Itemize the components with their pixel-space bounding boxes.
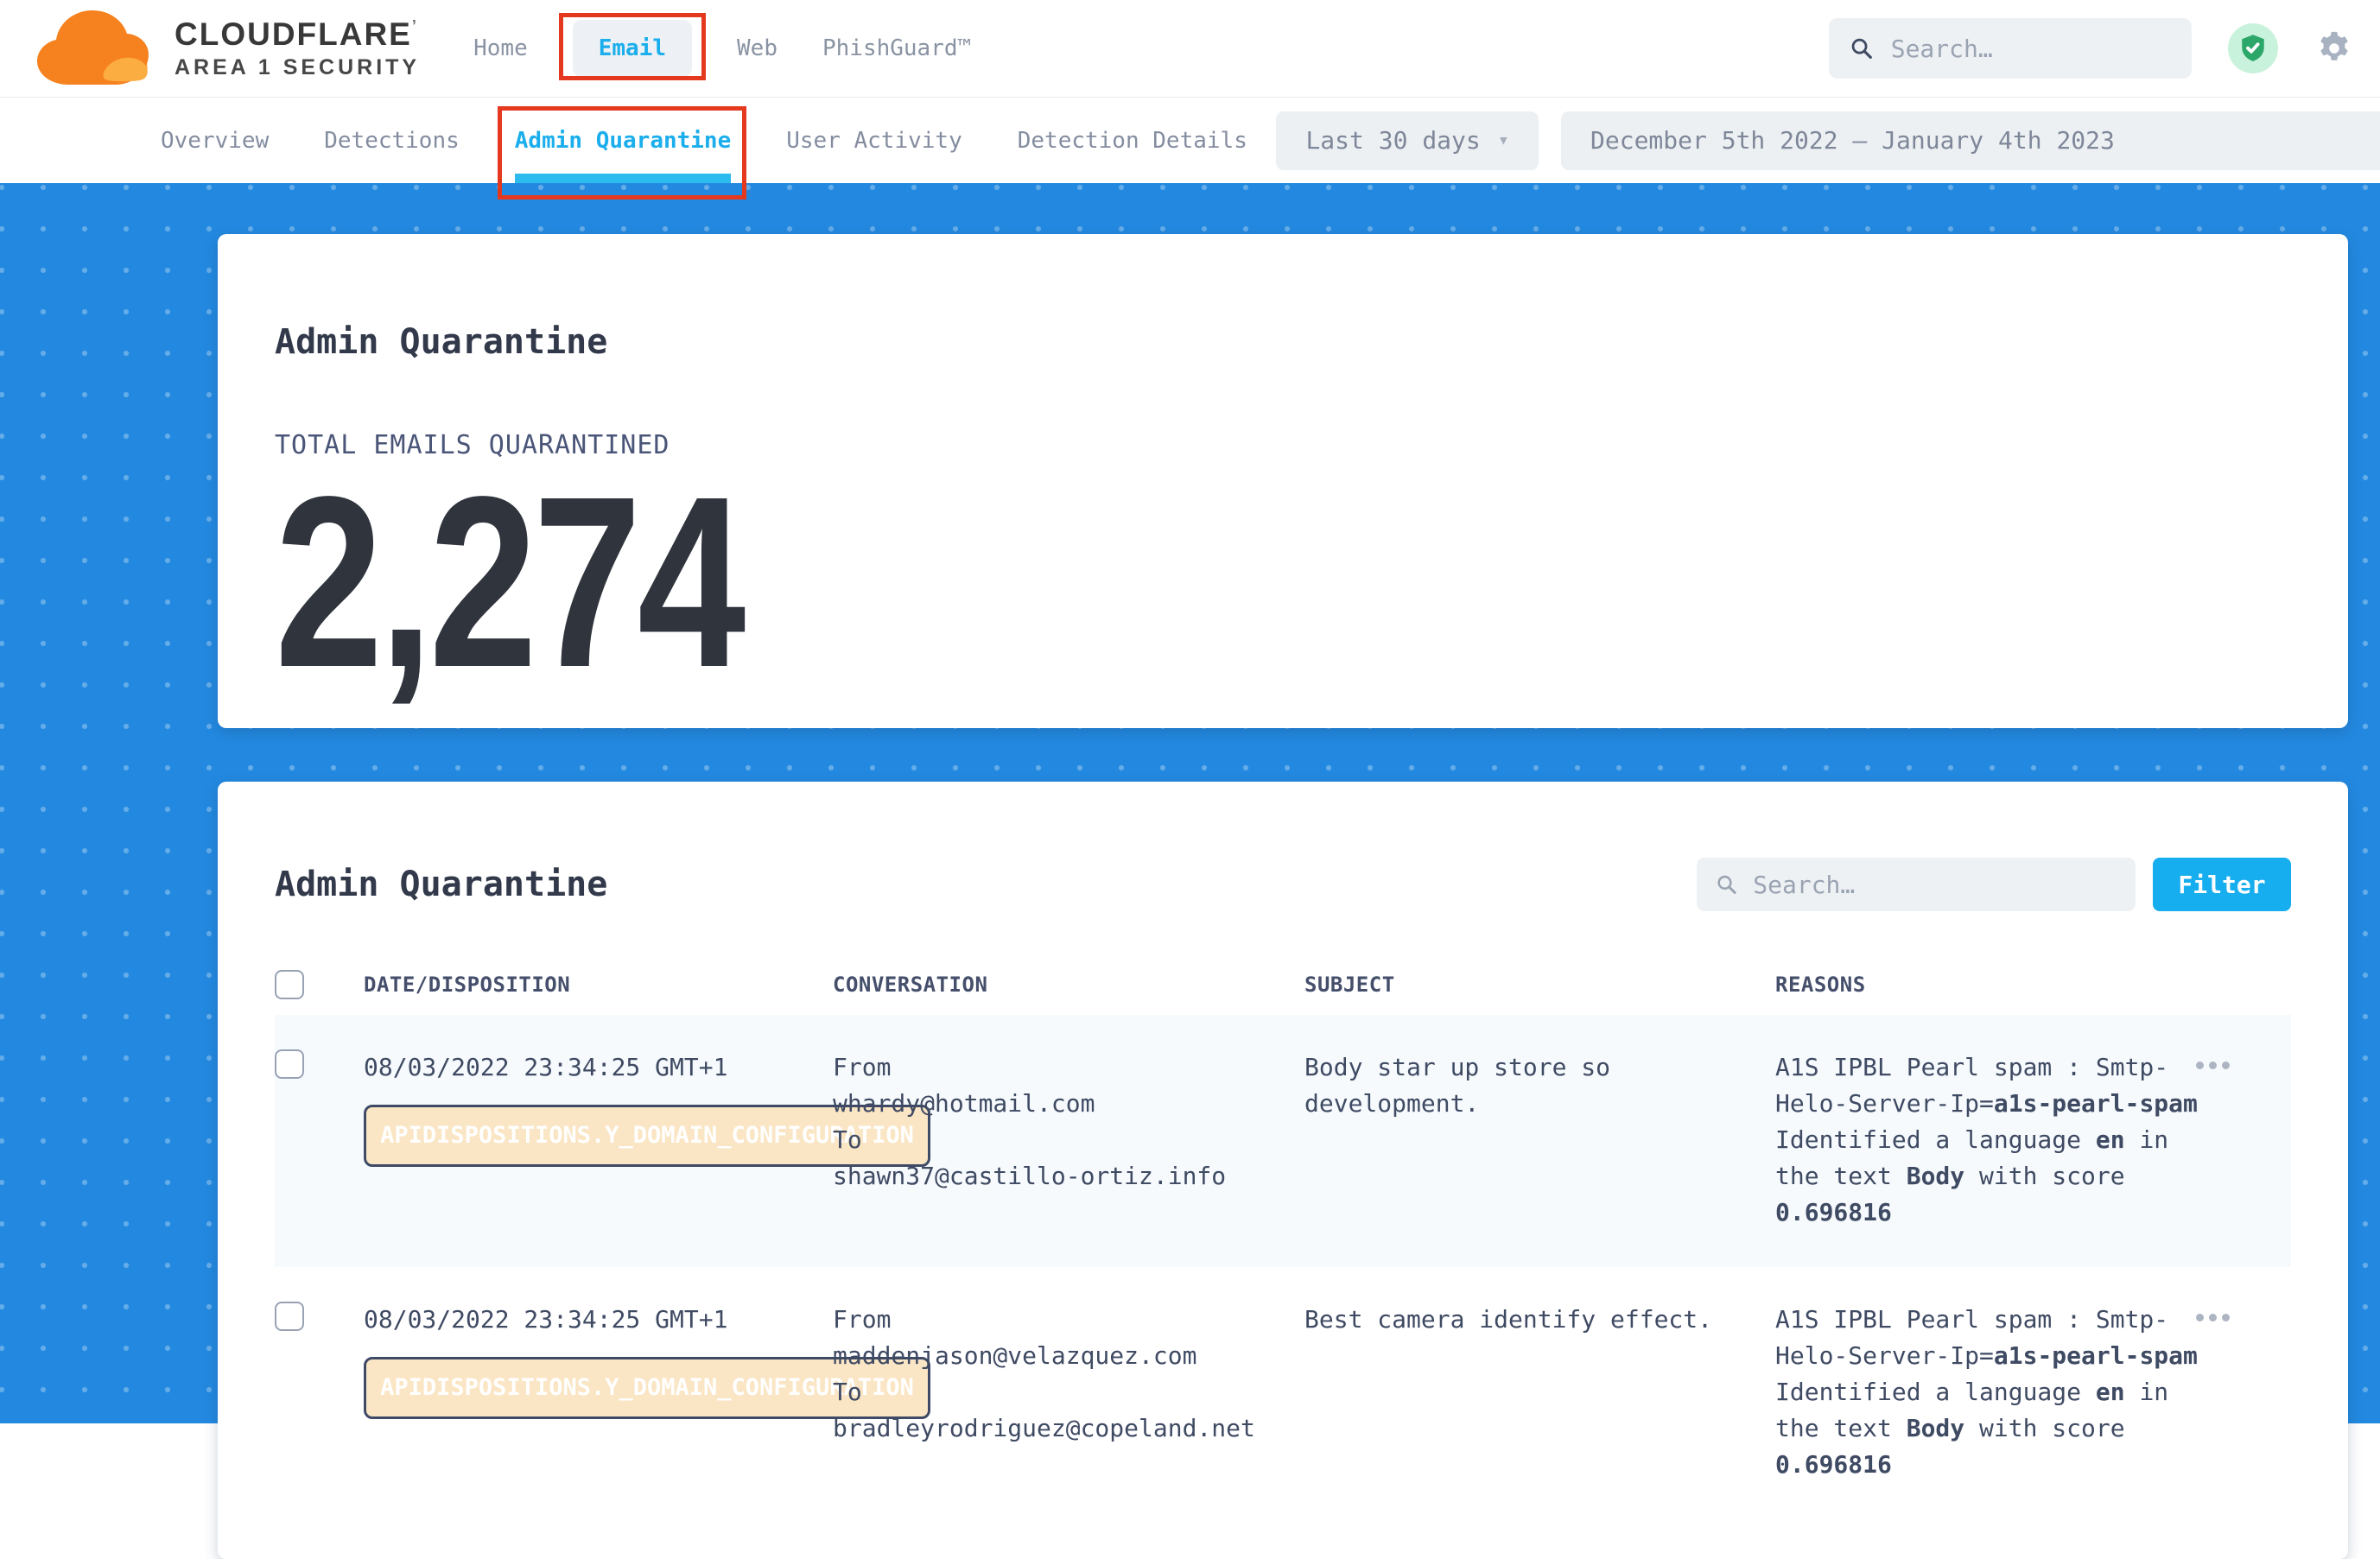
row-date: 08/03/2022 23:34:25 GMT+1 (364, 1302, 833, 1338)
top-header: CLOUDFLARE’ AREA 1 SECURITY Home Email W… (0, 0, 2380, 98)
to-email: shawn37@castillo-ortiz.info (833, 1158, 1304, 1195)
summary-card: Admin Quarantine TOTAL EMAILS QUARANTINE… (218, 234, 2348, 728)
table-row[interactable]: 08/03/2022 23:34:25 GMT+1 APIDISPOSITION… (275, 1015, 2291, 1267)
table-search[interactable] (1697, 858, 2136, 911)
row-checkbox[interactable] (275, 1302, 304, 1331)
trademark-mark: ’ (412, 17, 418, 35)
content-area: Admin Quarantine TOTAL EMAILS QUARANTINE… (0, 182, 2380, 1423)
row-date: 08/03/2022 23:34:25 GMT+1 (364, 1049, 833, 1086)
chevron-down-icon: ▾ (1498, 130, 1509, 151)
date-preset-dropdown[interactable]: Last 30 days ▾ (1276, 111, 1539, 170)
quarantine-table: DATE/DISPOSITION CONVERSATION SUBJECT RE… (275, 954, 2291, 1519)
row-conversation: From whardy@hotmail.com To shawn37@casti… (833, 1049, 1304, 1195)
email-sub-nav: Overview Detections Admin Quarantine Use… (0, 98, 2380, 183)
from-email: maddenjason@velazquez.com (833, 1338, 1304, 1374)
table-row[interactable]: 08/03/2022 23:34:25 GMT+1 APIDISPOSITION… (275, 1267, 2291, 1519)
filter-button[interactable]: Filter (2153, 858, 2291, 911)
page: CLOUDFLARE’ AREA 1 SECURITY Home Email W… (0, 0, 2380, 1423)
main-nav: Home Email Web PhishGuard™ (473, 35, 971, 61)
date-range-picker[interactable]: December 5th 2022 — January 4th 2023 (1561, 111, 2380, 170)
brand-title: CLOUDFLARE’ (175, 18, 420, 50)
search-icon (1850, 35, 1874, 62)
nav-phishguard[interactable]: PhishGuard™ (822, 35, 971, 61)
protection-status-badge[interactable] (2228, 23, 2278, 73)
nav-web[interactable]: Web (737, 35, 777, 61)
row-reasons: A1S IPBL Pearl spam : Smtp-Helo-Server-I… (1775, 1302, 2196, 1483)
search-icon (1716, 872, 1737, 897)
tab-overview[interactable]: Overview (161, 98, 269, 183)
table-header-row: DATE/DISPOSITION CONVERSATION SUBJECT RE… (275, 954, 2291, 1015)
col-conversation: CONVERSATION (833, 973, 1304, 997)
tab-admin-quarantine[interactable]: Admin Quarantine (515, 98, 731, 183)
global-search[interactable] (1829, 18, 2192, 79)
table-search-input[interactable] (1751, 870, 2117, 900)
global-search-input[interactable] (1889, 34, 2171, 64)
header-actions (1829, 18, 2354, 79)
row-checkbox[interactable] (275, 1049, 304, 1079)
select-all-checkbox[interactable] (275, 970, 304, 999)
col-reasons: REASONS (1775, 973, 2196, 997)
cloudflare-cloud-icon (33, 9, 162, 88)
tab-user-activity[interactable]: User Activity (786, 98, 962, 183)
row-conversation: From maddenjason@velazquez.com To bradle… (833, 1302, 1304, 1447)
cloudflare-logo: CLOUDFLARE’ AREA 1 SECURITY (33, 9, 420, 88)
product-title: AREA 1 SECURITY (175, 57, 420, 79)
settings-gear-icon[interactable] (2314, 29, 2354, 68)
row-actions-menu-icon[interactable] (2196, 1314, 2291, 1321)
to-email: bradleyrodriguez@copeland.net (833, 1410, 1304, 1447)
row-subject: Best camera identify effect. (1304, 1302, 1775, 1338)
row-subject: Body star up store so development. (1304, 1049, 1775, 1122)
metric-value: 2,274 (275, 485, 1888, 680)
tab-detections[interactable]: Detections (324, 98, 460, 183)
row-reasons: A1S IPBL Pearl spam : Smtp-Helo-Server-I… (1775, 1049, 2196, 1231)
nav-email[interactable]: Email (573, 20, 692, 77)
summary-card-title: Admin Quarantine (275, 263, 2291, 359)
tab-detection-details[interactable]: Detection Details (1018, 98, 1247, 183)
table-card-title: Admin Quarantine (275, 867, 607, 902)
row-actions-menu-icon[interactable] (2196, 1062, 2291, 1069)
from-email: whardy@hotmail.com (833, 1086, 1304, 1122)
shield-check-icon (2237, 33, 2269, 64)
quarantine-table-card: Admin Quarantine Filter DAT (218, 782, 2348, 1559)
col-date-disposition: DATE/DISPOSITION (364, 973, 833, 997)
active-tab-underline (515, 174, 731, 183)
nav-home[interactable]: Home (473, 35, 528, 61)
col-subject: SUBJECT (1304, 973, 1775, 997)
